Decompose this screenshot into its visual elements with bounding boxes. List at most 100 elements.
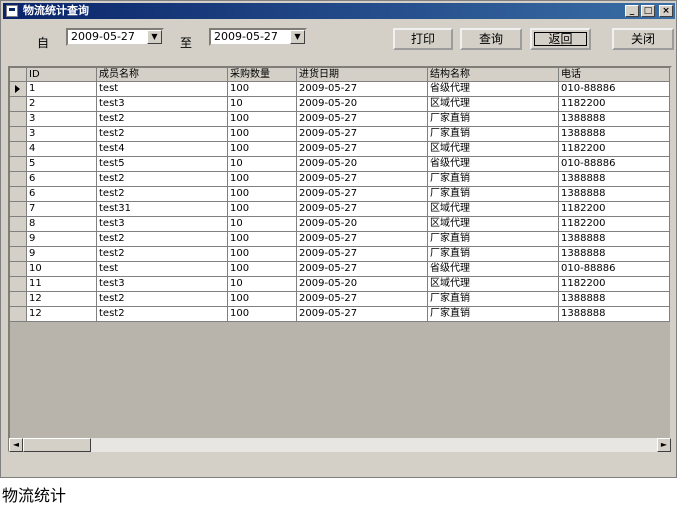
table-cell[interactable]: test5 (97, 157, 228, 172)
scroll-right-icon[interactable]: ► (657, 438, 671, 452)
table-cell[interactable]: 1388888 (559, 112, 670, 127)
table-cell[interactable]: 9 (27, 247, 97, 262)
table-cell[interactable]: test31 (97, 202, 228, 217)
table-cell[interactable]: test2 (97, 292, 228, 307)
row-selector[interactable] (10, 187, 27, 202)
table-cell[interactable]: 4 (27, 142, 97, 157)
table-cell[interactable]: 100 (228, 112, 297, 127)
table-cell[interactable]: 3 (27, 112, 97, 127)
table-cell[interactable]: test2 (97, 112, 228, 127)
table-cell[interactable]: 区域代理 (428, 202, 559, 217)
table-cell[interactable]: 11 (27, 277, 97, 292)
table-cell[interactable]: 9 (27, 232, 97, 247)
table-cell[interactable]: 厂家直销 (428, 187, 559, 202)
row-selector[interactable] (10, 262, 27, 277)
table-cell[interactable]: 厂家直销 (428, 247, 559, 262)
chevron-down-icon[interactable]: ▼ (290, 30, 305, 44)
table-cell[interactable]: 1182200 (559, 277, 670, 292)
row-selector[interactable] (10, 202, 27, 217)
table-cell[interactable]: 省级代理 (428, 157, 559, 172)
column-header[interactable]: 结构名称 (428, 68, 559, 82)
table-cell[interactable]: 2009-05-27 (297, 142, 428, 157)
table-cell[interactable]: 2009-05-27 (297, 112, 428, 127)
table-cell[interactable]: 区域代理 (428, 97, 559, 112)
table-cell[interactable]: 2009-05-27 (297, 247, 428, 262)
table-cell[interactable]: 2009-05-27 (297, 307, 428, 322)
from-date-picker[interactable]: 2009-05-27 ▼ (66, 28, 164, 46)
table-cell[interactable]: test3 (97, 217, 228, 232)
row-selector[interactable] (10, 142, 27, 157)
table-cell[interactable]: 2009-05-27 (297, 172, 428, 187)
table-cell[interactable]: 100 (228, 247, 297, 262)
table-cell[interactable]: 100 (228, 292, 297, 307)
table-cell[interactable]: test2 (97, 187, 228, 202)
table-cell[interactable]: test2 (97, 127, 228, 142)
table-cell[interactable]: 区域代理 (428, 277, 559, 292)
column-header[interactable]: 采购数量 (228, 68, 297, 82)
table-cell[interactable]: 1388888 (559, 172, 670, 187)
table-cell[interactable]: 100 (228, 142, 297, 157)
table-cell[interactable]: test3 (97, 97, 228, 112)
table-cell[interactable]: 1388888 (559, 247, 670, 262)
table-cell[interactable]: 100 (228, 127, 297, 142)
table-cell[interactable]: 100 (228, 262, 297, 277)
table-cell[interactable]: 100 (228, 232, 297, 247)
table-cell[interactable]: 2009-05-20 (297, 97, 428, 112)
table-cell[interactable]: 12 (27, 307, 97, 322)
table-cell[interactable]: 6 (27, 187, 97, 202)
table-cell[interactable]: test2 (97, 247, 228, 262)
data-grid[interactable]: ID 成员名称 采购数量 进货日期 结构名称 电话 1 test 100 2009-05-27 省… (8, 66, 672, 452)
table-cell[interactable]: 100 (228, 187, 297, 202)
column-header[interactable]: 进货日期 (297, 68, 428, 82)
table-cell[interactable]: 2009-05-27 (297, 202, 428, 217)
table-cell[interactable]: test (97, 82, 228, 97)
table-cell[interactable]: 1182200 (559, 217, 670, 232)
table-cell[interactable]: 100 (228, 82, 297, 97)
row-selector[interactable] (10, 232, 27, 247)
table-cell[interactable]: test2 (97, 232, 228, 247)
row-selector[interactable] (10, 112, 27, 127)
table-cell[interactable]: 2009-05-27 (297, 82, 428, 97)
row-selector[interactable] (10, 172, 27, 187)
table-cell[interactable]: 2009-05-27 (297, 187, 428, 202)
table-cell[interactable]: 2009-05-27 (297, 127, 428, 142)
table-cell[interactable]: 10 (228, 97, 297, 112)
table-cell[interactable]: 010-88886 (559, 157, 670, 172)
close-window-button[interactable]: × (659, 5, 673, 17)
table-cell[interactable]: 010-88886 (559, 262, 670, 277)
table-cell[interactable]: 厂家直销 (428, 172, 559, 187)
horizontal-scrollbar[interactable]: ◄ ► (9, 438, 671, 452)
table-cell[interactable]: 2009-05-20 (297, 277, 428, 292)
row-selector[interactable] (10, 157, 27, 172)
column-header[interactable]: ID (27, 68, 97, 82)
to-date-picker[interactable]: 2009-05-27 ▼ (209, 28, 307, 46)
table-cell[interactable]: 2009-05-27 (297, 232, 428, 247)
row-selector[interactable] (10, 127, 27, 142)
column-header[interactable]: 电话 (559, 68, 670, 82)
table-cell[interactable]: 1388888 (559, 187, 670, 202)
row-selector[interactable] (10, 217, 27, 232)
table-cell[interactable]: 1388888 (559, 307, 670, 322)
table-cell[interactable]: 厂家直销 (428, 292, 559, 307)
table-cell[interactable]: 010-88886 (559, 82, 670, 97)
table-cell[interactable]: 厂家直销 (428, 232, 559, 247)
back-button[interactable]: 返回 (530, 28, 591, 50)
table-cell[interactable]: 2 (27, 97, 97, 112)
table-cell[interactable]: 10 (27, 262, 97, 277)
minimize-button[interactable]: _ (625, 5, 639, 17)
table-cell[interactable]: 1182200 (559, 97, 670, 112)
table-cell[interactable]: 7 (27, 202, 97, 217)
table-cell[interactable]: 10 (228, 277, 297, 292)
table-cell[interactable]: 10 (228, 217, 297, 232)
table-cell[interactable]: test4 (97, 142, 228, 157)
table-cell[interactable]: 1388888 (559, 232, 670, 247)
table-cell[interactable]: 区域代理 (428, 142, 559, 157)
table-cell[interactable]: 厂家直销 (428, 112, 559, 127)
query-button[interactable]: 查询 (460, 28, 522, 50)
table-cell[interactable]: test (97, 262, 228, 277)
row-selector[interactable] (10, 82, 27, 97)
table-cell[interactable]: 5 (27, 157, 97, 172)
table-cell[interactable]: 10 (228, 157, 297, 172)
maximize-button[interactable]: □ (641, 5, 655, 17)
row-selector[interactable] (10, 292, 27, 307)
